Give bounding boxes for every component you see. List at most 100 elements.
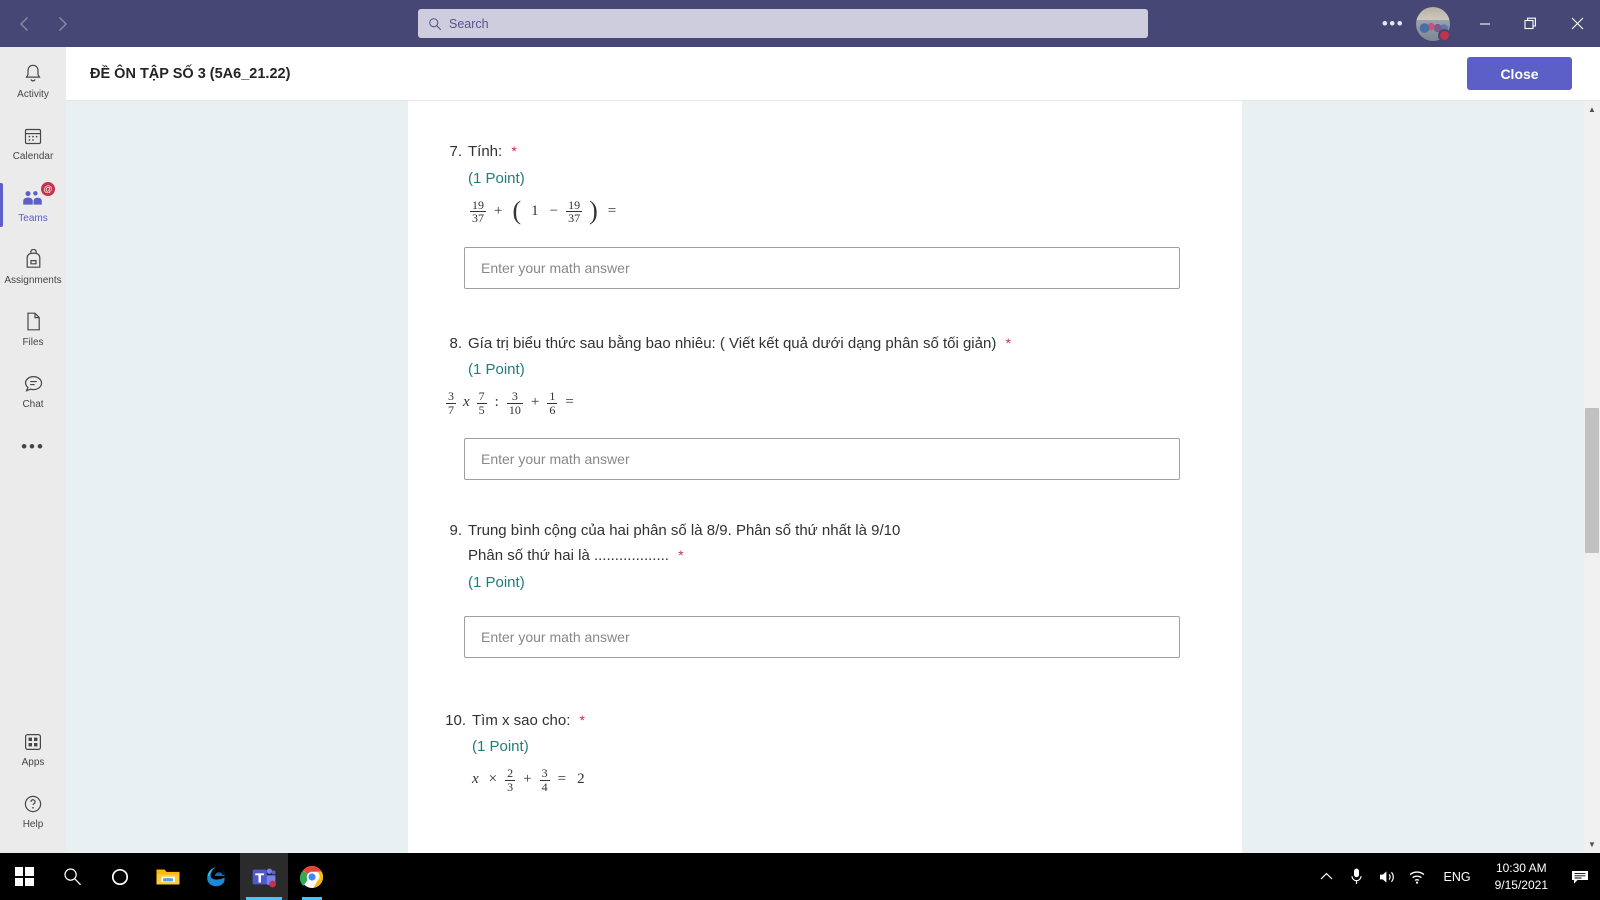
operator: ×: [488, 771, 498, 788]
notification-center-button[interactable]: [1560, 853, 1600, 900]
sidebar-item-files[interactable]: Files: [0, 301, 66, 357]
operator: −: [549, 202, 559, 219]
status-badge: [1438, 28, 1451, 42]
sidebar-more-button[interactable]: •••: [0, 427, 66, 467]
chrome-button[interactable]: [288, 853, 336, 900]
search-placeholder-text: Search: [449, 16, 489, 31]
minimize-icon: [1480, 22, 1490, 25]
question-10: 10. Tìm x sao cho: * (1 Point) x × 23 + …: [408, 710, 1242, 794]
question-text: Trung bình cộng của hai phân số là 8/9. …: [468, 522, 901, 540]
title-bar: Search •••: [0, 0, 1600, 47]
avatar[interactable]: [1416, 6, 1451, 42]
taskbar: ENG 10:30 AM 9/15/2021: [0, 853, 1600, 900]
question-formula: x × 23 + 34 = 2: [470, 767, 1202, 793]
scrollbar-thumb[interactable]: [1585, 408, 1599, 553]
question-heading: 9. Trung bình cộng của hai phân số là 8/…: [436, 520, 1202, 593]
question-text: Gía trị biểu thức sau bằng bao nhiêu: ( …: [468, 334, 997, 352]
settings-more-button[interactable]: •••: [1376, 7, 1410, 41]
message-icon: [1572, 870, 1588, 884]
cortana-button[interactable]: [96, 853, 144, 900]
maximize-button[interactable]: [1508, 0, 1554, 47]
operator: x: [463, 394, 470, 411]
equals-sign: =: [565, 394, 574, 411]
question-text: Tìm x sao cho:: [472, 711, 571, 729]
sidebar-item-assignments[interactable]: Assignments: [0, 239, 66, 295]
page-title: ĐỀ ÔN TẬP SỐ 3 (5A6_21.22): [90, 65, 291, 82]
question-number: 9.: [449, 522, 462, 540]
chat-icon: [23, 373, 44, 395]
question-points: (1 Point): [468, 169, 525, 187]
math-answer-input[interactable]: Enter your math answer: [464, 615, 1180, 658]
sidebar-item-label: Teams: [18, 212, 48, 224]
sidebar-item-label: Assignments: [4, 274, 62, 286]
sidebar-item-help[interactable]: Help: [0, 783, 66, 839]
variable-x: x: [472, 771, 479, 788]
close-button[interactable]: Close: [1467, 57, 1572, 90]
fraction: 23: [505, 766, 516, 794]
fraction: 19 37: [566, 197, 583, 226]
search-input[interactable]: Search: [418, 9, 1148, 38]
chevron-right-icon: [58, 16, 67, 31]
chrome-icon: [300, 865, 323, 888]
forward-button[interactable]: [46, 8, 78, 40]
teams-icon: [252, 868, 276, 887]
search-container: Search: [418, 9, 1148, 38]
scroll-up-button[interactable]: ▲: [1584, 101, 1600, 118]
question-points: (1 Point): [468, 573, 525, 591]
chevron-left-icon: [19, 16, 28, 31]
question-7: 7. Tính: * (1 Point) 19 37 + ( 1 − 19 37 )…: [408, 141, 1242, 289]
scroll-down-button[interactable]: ▼: [1584, 836, 1600, 853]
sidebar-item-teams[interactable]: @ Teams: [0, 177, 66, 233]
question-heading: 8. Gía trị biểu thức sau bằng bao nhiêu:…: [436, 333, 1202, 417]
file-explorer-button[interactable]: [144, 853, 192, 900]
question-points: (1 Point): [468, 361, 525, 379]
math-answer-input[interactable]: Enter your math answer: [464, 246, 1180, 289]
fraction: 34: [539, 766, 550, 794]
operator: +: [523, 771, 532, 788]
clock[interactable]: 10:30 AM 9/15/2021: [1483, 860, 1560, 892]
required-indicator: *: [579, 711, 585, 728]
teams-button[interactable]: [240, 853, 288, 900]
vertical-scrollbar[interactable]: ▲ ▼: [1584, 101, 1600, 853]
window-close-button[interactable]: [1554, 0, 1600, 47]
question-formula: 19 37 + ( 1 − 19 37 ) =: [470, 196, 1202, 226]
question-number: 7.: [449, 143, 462, 160]
sidebar-item-activity[interactable]: Activity: [0, 53, 66, 109]
sidebar-item-apps[interactable]: Apps: [0, 721, 66, 777]
question-formula: 37 x 75 : 3 10 + 16 =: [446, 390, 1202, 416]
magnifier-icon: [63, 868, 81, 885]
circle-icon: [111, 868, 129, 885]
calendar-icon: [23, 125, 43, 147]
clock-date: 9/15/2021: [1494, 877, 1548, 892]
math-answer-input[interactable]: Enter your math answer: [464, 438, 1180, 481]
taskbar-search-button[interactable]: [48, 853, 96, 900]
question-8: 8. Gía trị biểu thức sau bằng bao nhiêu:…: [408, 333, 1242, 481]
minimize-button[interactable]: [1462, 0, 1508, 47]
edge-button[interactable]: [192, 853, 240, 900]
volume-button[interactable]: [1372, 853, 1402, 900]
form-body: 7. Tính: * (1 Point) 19 37 + ( 1 − 19 37 )…: [66, 101, 1600, 853]
windows-logo-icon: [14, 867, 34, 886]
back-button[interactable]: [8, 8, 40, 40]
network-button[interactable]: [1402, 853, 1432, 900]
microphone-button[interactable]: [1342, 853, 1372, 900]
language-indicator[interactable]: ENG: [1432, 870, 1483, 884]
question-9: 9. Trung bình cộng của hai phân số là 8/…: [408, 520, 1242, 658]
question-number: 10.: [445, 711, 466, 729]
speaker-icon: [1379, 870, 1394, 883]
question-heading: 7. Tính: * (1 Point) 19 37 + ( 1 − 19 37 )…: [436, 141, 1202, 225]
equals-sign: =: [607, 202, 617, 219]
sidebar-item-calendar[interactable]: Calendar: [0, 115, 66, 171]
search-icon: [429, 17, 442, 30]
question-points: (1 Point): [472, 738, 529, 756]
chevron-up-icon: [1320, 872, 1333, 880]
question-circle-icon: [23, 793, 43, 815]
start-button[interactable]: [0, 853, 48, 900]
sidebar-item-chat[interactable]: Chat: [0, 363, 66, 419]
sidebar-item-label: Activity: [17, 88, 49, 100]
left-paren: (: [512, 196, 522, 226]
sidebar-item-label: Calendar: [12, 150, 54, 162]
app-rail-bottom: Apps Help: [0, 715, 66, 853]
mention-badge: @: [40, 181, 56, 197]
tray-expand-button[interactable]: [1312, 853, 1342, 900]
